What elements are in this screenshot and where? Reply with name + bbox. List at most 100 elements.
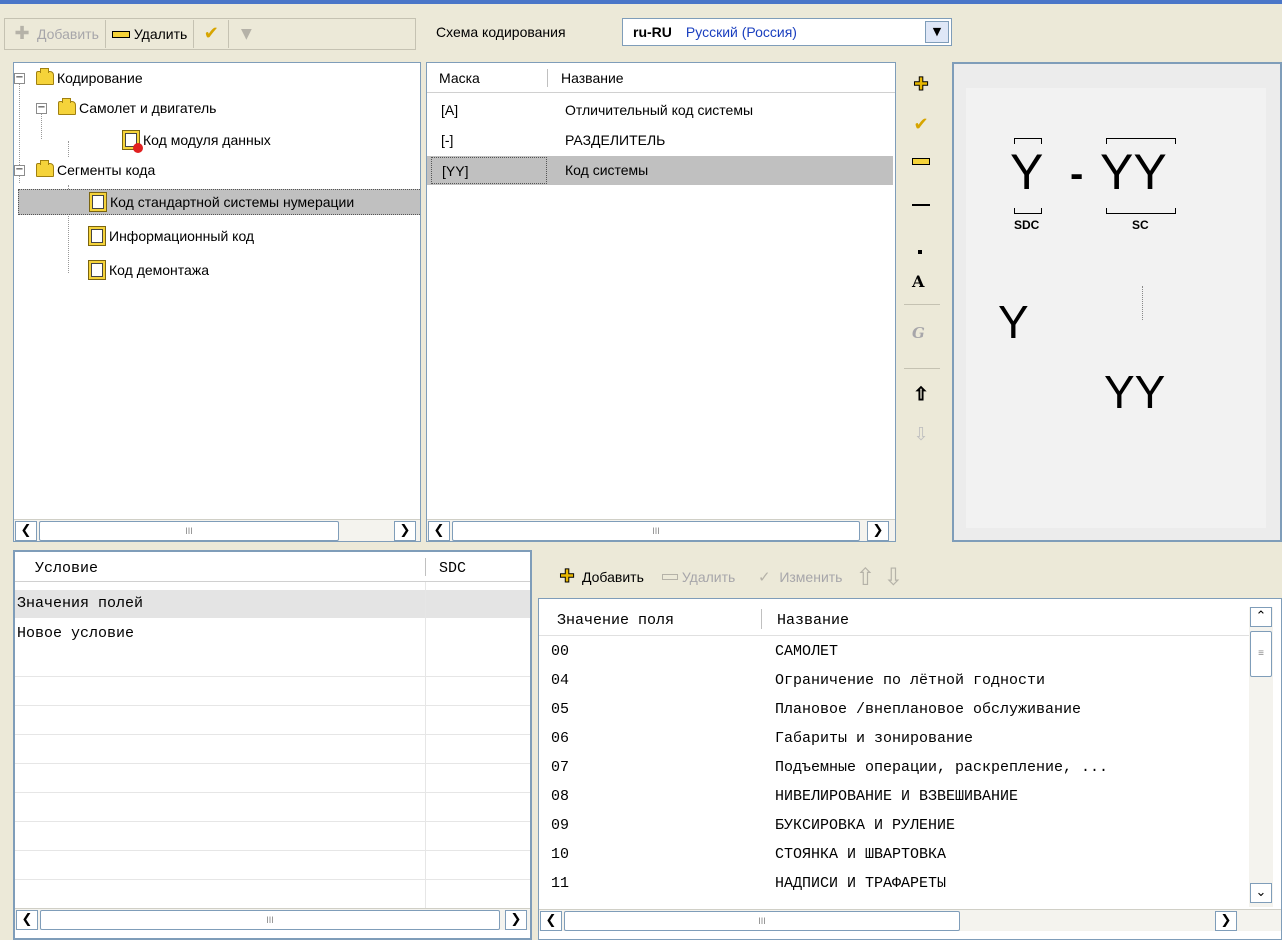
name-cell: СТОЯНКА И ШВАРТОВКА [775,846,947,863]
move-up-arrow-icon[interactable]: ⇧ [854,565,876,589]
mask-table-header: Маска Название [427,63,895,93]
collapse-icon[interactable]: − [14,164,25,176]
table-row[interactable]: 00 САМОЛЕТ [539,637,1249,666]
table-row[interactable]: 07 Подъемные операции, раскрепление, ... [539,753,1249,782]
scroll-left-icon[interactable]: ❮ [16,910,38,930]
conditions-column-line [425,582,426,908]
table-row[interactable]: 09 БУКСИРОВКА И РУЛЕНИЕ [539,811,1249,840]
condition-row-selected[interactable]: Значения полей [15,590,530,618]
dot-separator-icon[interactable] [918,250,922,254]
table-row[interactable]: 10 СТОЯНКА И ШВАРТОВКА [539,840,1249,869]
move-up-arrow-icon[interactable]: ⇧ [910,384,932,406]
folder-icon [58,98,76,115]
column-header-value[interactable]: Значение поля [557,612,674,629]
scroll-thumb[interactable]: III [40,910,500,930]
conditions-panel: Условие SDC Значения полей Новое условие… [13,550,532,940]
condition-cell: Новое условие [17,625,135,642]
values-horizontal-scrollbar[interactable]: ❮ III ❯ [539,909,1281,931]
mask-cell: [A] [441,102,459,118]
tree-item-dm-code[interactable]: Код модуля данных [122,127,271,153]
scroll-left-icon[interactable]: ❮ [15,521,37,541]
encoding-label: Схема кодирования [436,24,566,40]
tree-item-label: Кодирование [57,70,143,86]
value-add-label: Добавить [582,569,644,585]
value-cell: 00 [551,643,570,660]
scroll-thumb[interactable]: III [564,911,960,931]
tree-add-button[interactable]: ✚ Добавить [5,20,106,48]
table-row[interactable]: [-] РАЗДЕЛИТЕЛЬ [427,126,895,155]
value-delete-button[interactable]: Удалить [656,563,741,591]
scroll-right-icon[interactable]: ❯ [1215,911,1237,931]
name-cell: Подъемные операции, раскрепление, ... [775,759,1109,776]
scroll-right-icon[interactable]: ❯ [394,521,416,541]
values-table-header-line [539,635,1249,636]
tree-item-info-code[interactable]: Информационный код [88,223,254,249]
table-row[interactable]: [A] Отличительный код системы [427,96,895,125]
document-icon [88,226,106,246]
scroll-down-icon[interactable]: ⌄ [1250,883,1272,903]
mask-horizontal-scrollbar[interactable]: ❮ III ❯ [427,519,895,541]
value-cell: 10 [551,846,570,863]
tree-item-coding[interactable]: − Кодирование [14,65,143,91]
value-edit-button[interactable]: ✓ Изменить [747,563,848,591]
add-segment-icon[interactable]: ✚ [910,74,932,96]
scroll-left-icon[interactable]: ❮ [540,911,562,931]
tree-check-button[interactable]: ✔ [194,20,230,48]
move-down-arrow-icon[interactable]: ⇩ [882,565,904,589]
tree-item-aircraft-engine[interactable]: − Самолет и двигатель [36,95,216,121]
remove-segment-icon[interactable] [912,158,930,165]
condition-row[interactable]: Новое условие [15,620,530,648]
tree-delete-button[interactable]: Удалить [106,20,195,48]
scroll-left-icon[interactable]: ❮ [428,521,450,541]
tree-horizontal-scrollbar[interactable]: ❮ III ❯ [14,519,420,541]
alpha-char-icon[interactable]: A [912,272,924,291]
dropdown-chevron-icon[interactable]: ▼ [925,21,949,43]
minus-icon [661,574,678,580]
column-header-mask[interactable]: Маска [439,70,480,86]
name-cell: НАДПИСИ И ТРАФАРЕТЫ [775,875,947,892]
values-toolbar: ✚ Добавить Удалить ✓ Изменить ⇧ ⇩ [550,560,1070,594]
table-row[interactable]: 04 Ограничение по лётной годности [539,666,1249,695]
column-header-sdc[interactable]: SDC [439,560,466,577]
move-down-arrow-icon[interactable]: ⇩ [910,424,932,446]
column-header-condition[interactable]: Условие [35,560,98,577]
values-table-body: 00 САМОЛЕТ 04 Ограничение по лётной годнос… [539,637,1249,907]
folder-open-icon [36,68,54,85]
value-cell: 09 [551,817,570,834]
tree-delete-label: Удалить [133,26,188,42]
table-row[interactable]: 06 Габариты и зонирование [539,724,1249,753]
table-row[interactable]: 08 НИВЕЛИРОВАНИЕ И ВЗВЕШИВАНИЕ [539,782,1249,811]
table-row[interactable]: 05 Плановое /внеплановое обслуживание [539,695,1249,724]
column-header-name[interactable]: Название [561,70,624,86]
tree-filter-button[interactable]: ▼ [229,20,263,48]
value-add-button[interactable]: ✚ Добавить [550,563,650,591]
scroll-right-icon[interactable]: ❯ [867,521,889,541]
plus-icon: ✚ [559,566,575,588]
tree-item-standard-numbering[interactable]: Код стандартной системы нумерации [18,189,420,215]
column-header-name[interactable]: Название [777,612,849,629]
conditions-horizontal-scrollbar[interactable]: ❮ III ❯ [15,908,530,930]
scroll-thumb[interactable]: III [39,521,339,541]
collapse-icon[interactable]: − [36,102,47,114]
tree-item-dismantle-code[interactable]: Код демонтажа [88,257,209,283]
hyphen-separator-icon[interactable] [912,204,930,206]
mask-table-panel: Маска Название [A] Отличительный код сис… [426,62,896,542]
column-divider [425,558,426,576]
table-row-selected[interactable]: [YY] Код системы [427,156,893,185]
name-cell: Отличительный код системы [565,102,754,118]
name-cell: САМОЛЕТ [775,643,839,660]
scroll-right-icon[interactable]: ❯ [505,910,527,930]
scroll-up-icon[interactable]: ⌃ [1250,607,1272,627]
collapse-icon[interactable]: − [14,72,25,84]
group-icon[interactable]: G [912,324,925,342]
table-row[interactable]: 11 НАДПИСИ И ТРАФАРЕТЫ [539,869,1249,898]
preview-col1-char: Y [998,296,1029,348]
encoding-select[interactable]: ru-RU Русский (Россия) ▼ [622,18,952,46]
values-vertical-scrollbar[interactable]: ⌃ ≡ ⌄ [1249,607,1273,907]
scroll-thumb[interactable]: III [452,521,860,541]
scroll-thumb[interactable]: ≡ [1250,631,1272,677]
tree-add-label: Добавить [37,26,99,42]
tree-item-label: Код демонтажа [109,262,209,278]
checkmark-icon[interactable]: ✔ [910,114,932,136]
tree-item-code-segments[interactable]: − Сегменты кода [14,157,155,183]
